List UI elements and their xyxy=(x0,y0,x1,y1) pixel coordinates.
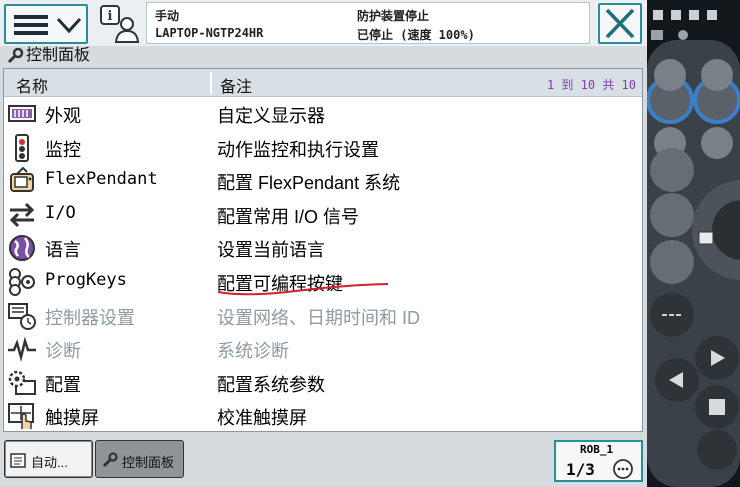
language-icon xyxy=(9,235,35,262)
row-desc: 配置常用 I/O 信号 xyxy=(217,206,360,227)
system-name: LAPTOP-NGTP24HR xyxy=(155,26,264,40)
row-desc: 配置 FlexPendant 系统 xyxy=(217,173,401,194)
task-auto-button[interactable]: 自动... xyxy=(4,440,93,478)
table-row-controller-settings[interactable]: 控制器设置 设置网络、日期时间和 ID xyxy=(4,299,642,333)
table-row-diagnostics[interactable]: 诊断 系统诊断 xyxy=(4,332,642,366)
column-header-name[interactable]: 名称 xyxy=(16,73,48,97)
table-header: 名称 备注 1 到 10 共 10 xyxy=(4,69,642,97)
chevron-down-icon xyxy=(56,17,82,34)
row-desc: 配置系统参数 xyxy=(217,374,325,395)
toggle-motion-mode-button xyxy=(650,193,694,237)
supervision-icon xyxy=(15,133,29,162)
task-control-panel-button[interactable]: 控制面板 xyxy=(95,440,184,478)
row-name: 外观 xyxy=(45,106,81,126)
hamburger-icon-bar xyxy=(14,31,48,35)
control-panel-table: 名称 备注 1 到 10 共 10 外观 自定义显示器 监控 动作监控和执行设置… xyxy=(3,68,643,432)
page-title: 控制面板 xyxy=(26,47,91,64)
io-icon xyxy=(9,202,35,227)
run-status: 已停止 (速度 100%) xyxy=(357,28,475,42)
row-name: 监控 xyxy=(45,139,81,160)
operating-mode: 手动 xyxy=(155,9,180,23)
window-icon xyxy=(707,10,717,20)
red-underline-annotation xyxy=(217,283,389,296)
controller-settings-icon xyxy=(8,302,36,330)
wrench-icon xyxy=(7,47,24,64)
camera-icon xyxy=(678,30,688,40)
select-mechanical-unit-button xyxy=(650,148,694,192)
status-bar: 手动 LAPTOP-NGTP24HR 防护装置停止 已停止 (速度 100%) xyxy=(146,2,732,44)
task-label: 自动... xyxy=(31,455,68,470)
row-name: 配置 xyxy=(45,374,81,395)
window-icon xyxy=(671,10,681,20)
configuration-icon xyxy=(8,370,36,395)
task-label: 控制面板 xyxy=(122,455,175,470)
window-icon xyxy=(653,10,663,20)
flexpendant-screen: i 手动 LAPTOP-NGTP24HR 防护装置停止 已停止 (速度 100%… xyxy=(0,0,732,487)
program-window-icon xyxy=(10,453,26,468)
row-desc: 系统诊断 xyxy=(217,341,289,362)
row-name: FlexPendant xyxy=(45,169,158,190)
progkeys-icon xyxy=(9,268,35,296)
flexpendant-icon xyxy=(10,167,34,193)
row-desc: 动作监控和执行设置 xyxy=(217,139,379,160)
taskbar: 自动... 控制面板 ROB_1 1/3 xyxy=(0,434,647,487)
table-row-configuration[interactable]: 配置 配置系统参数 xyxy=(4,366,642,400)
column-header-note[interactable]: 备注 xyxy=(220,73,252,97)
column-divider xyxy=(210,72,212,94)
appearance-icon xyxy=(8,105,36,122)
row-desc: 设置当前语言 xyxy=(217,240,325,261)
svg-text:i: i xyxy=(108,9,113,24)
progkey-4-button xyxy=(701,127,733,159)
hamburger-icon-bar xyxy=(14,23,48,27)
diagnostics-icon xyxy=(8,336,36,363)
row-name: 语言 xyxy=(45,240,81,261)
close-button[interactable] xyxy=(598,3,642,44)
row-name: 触摸屏 xyxy=(45,408,99,429)
row-name: 控制器设置 xyxy=(45,307,135,328)
robot-unit-label: ROB_1 xyxy=(580,443,614,456)
item-count: 1 到 10 共 10 xyxy=(546,78,636,92)
hamburger-icon xyxy=(14,15,48,19)
row-desc: 自定义显示器 xyxy=(217,106,325,126)
wrench-icon xyxy=(102,452,118,468)
quickset-robot-button[interactable]: ROB_1 1/3 xyxy=(554,440,643,482)
touchscreen-icon xyxy=(8,403,34,430)
table-row-touchscreen[interactable]: 触摸屏 校准触摸屏 xyxy=(4,399,642,433)
close-icon xyxy=(605,8,635,39)
top-bar: i 手动 LAPTOP-NGTP24HR 防护装置停止 已停止 (速度 100%… xyxy=(0,0,732,46)
toggle-increment-button xyxy=(650,240,694,284)
table-row-io[interactable]: I/O 配置常用 I/O 信号 xyxy=(4,198,642,232)
row-name: I/O xyxy=(45,202,76,223)
table-row-supervision[interactable]: 监控 动作监控和执行设置 xyxy=(4,131,642,165)
pendant-hardware-panel xyxy=(647,0,740,487)
panel-header: 控制面板 xyxy=(4,46,644,66)
row-desc: 校准触摸屏 xyxy=(217,408,307,429)
table-row-language[interactable]: 语言 设置当前语言 xyxy=(4,231,642,265)
abb-menu-button[interactable] xyxy=(4,4,88,44)
window-icon xyxy=(651,30,663,40)
more-icon xyxy=(613,459,633,479)
hardware-graphic xyxy=(647,0,740,487)
window-icon xyxy=(689,10,699,20)
table-row-flexpendant[interactable]: FlexPendant 配置 FlexPendant 系统 xyxy=(4,164,642,198)
guard-status: 防护装置停止 xyxy=(357,9,430,23)
event-info-icon[interactable]: i xyxy=(97,4,143,44)
row-name: 诊断 xyxy=(45,341,81,362)
step-forward-button xyxy=(697,430,737,470)
row-name: ProgKeys xyxy=(45,270,127,290)
table-row-appearance[interactable]: 外观 自定义显示器 xyxy=(4,97,642,131)
axis-group-fraction: 1/3 xyxy=(566,460,595,479)
row-desc: 设置网络、日期时间和 ID xyxy=(217,307,420,328)
